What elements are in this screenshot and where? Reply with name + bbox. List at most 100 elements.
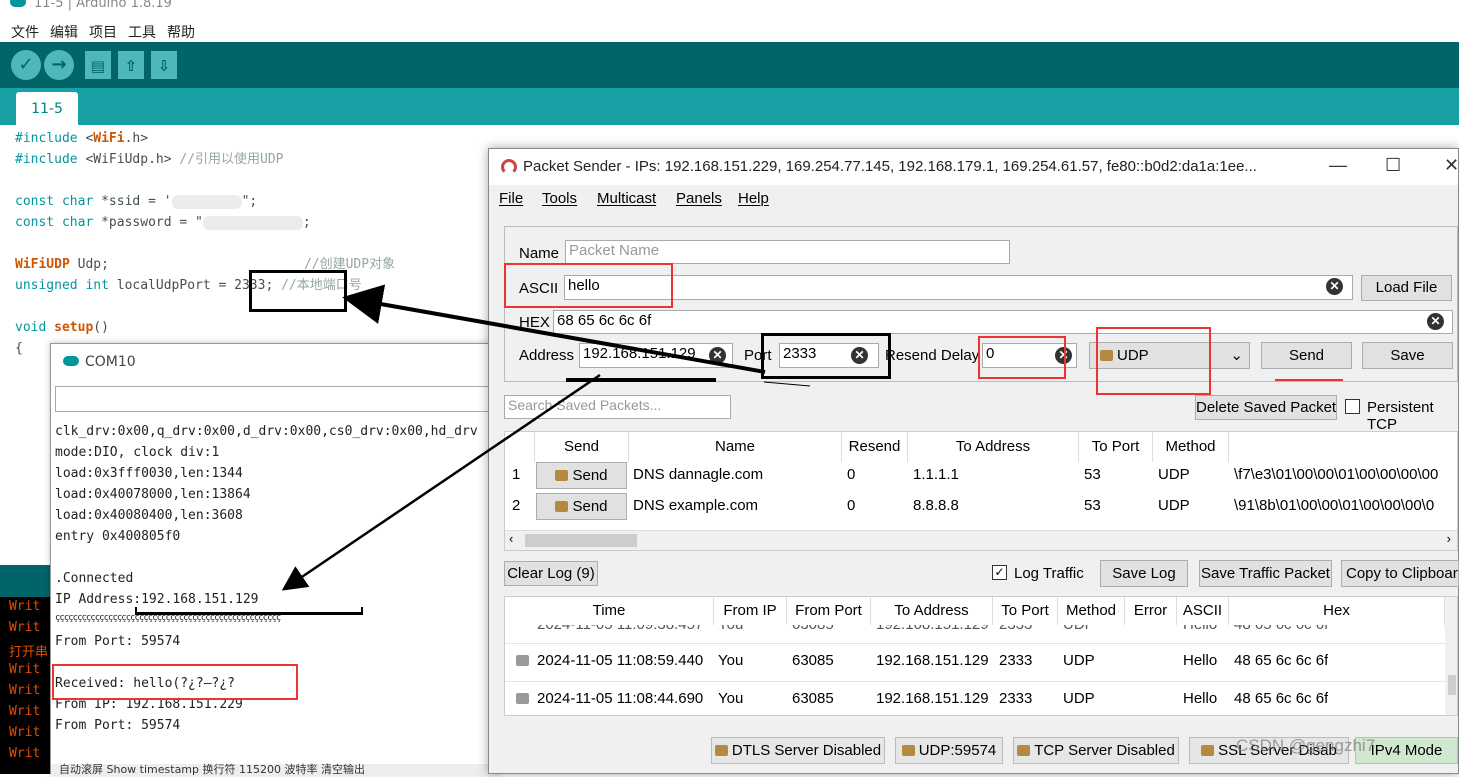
load-file-button[interactable]: Load File: [1361, 275, 1452, 301]
save-log-button[interactable]: Save Log: [1100, 560, 1188, 587]
horizontal-scrollbar[interactable]: ‹ ›: [505, 530, 1457, 550]
arduino-tab-bar: [0, 88, 1459, 125]
log-method: UDP: [1063, 652, 1095, 669]
annotation-send-underline: [1275, 379, 1343, 381]
address-label: Address: [519, 347, 575, 364]
row-data: \f7\e3\01\00\00\01\00\00\00\00: [1234, 466, 1439, 483]
serial-line: load:0x40080400,len:3608: [55, 508, 243, 523]
annotation-port-box: [249, 270, 347, 312]
new-sketch-button[interactable]: ▤: [85, 51, 111, 79]
ascii-input[interactable]: hello: [564, 275, 1353, 300]
row-address: 1.1.1.1: [913, 466, 959, 483]
row-address: 8.8.8.8: [913, 497, 959, 514]
server-icon: [1017, 745, 1031, 756]
table-header[interactable]: Method: [1058, 597, 1125, 625]
menu-panels[interactable]: Panels: [676, 190, 722, 207]
serial-options-text: 自动滚屏 Show timestamp 换行符 115200 波特率 清空输出: [59, 763, 365, 776]
console-line: Writ: [9, 620, 41, 635]
open-sketch-button[interactable]: ⇧: [118, 51, 144, 79]
delete-saved-button[interactable]: Delete Saved Packet: [1195, 395, 1337, 420]
table-header[interactable]: From IP: [714, 597, 787, 625]
clear-address-icon[interactable]: ✕: [709, 347, 726, 364]
save-sketch-button[interactable]: ⇩: [151, 51, 177, 79]
vertical-scrollbar[interactable]: [1445, 597, 1457, 715]
table-header[interactable]: Send: [535, 432, 629, 462]
menu-help[interactable]: 帮助: [167, 22, 195, 42]
code-line: const char *password = ";: [15, 215, 311, 230]
log-fromport: 63085: [792, 652, 834, 669]
table-header[interactable]: Name: [629, 432, 842, 462]
watermark: CSDN @gengzhi7: [1236, 736, 1376, 755]
row-resend: 0: [847, 497, 856, 514]
chevron-right-icon[interactable]: ›: [1447, 531, 1451, 546]
menu-project[interactable]: 项目: [89, 22, 117, 42]
search-saved-input[interactable]: Search Saved Packets...: [504, 395, 731, 419]
table-header[interactable]: To Address: [908, 432, 1079, 462]
table-header[interactable]: [1229, 432, 1457, 462]
table-header[interactable]: Hex: [1229, 597, 1445, 625]
clear-ascii-icon[interactable]: ✕: [1326, 278, 1343, 295]
packet-sender-menu-bar: File Tools Multicast Panels Help: [489, 185, 1458, 213]
close-icon[interactable]: ✕: [1444, 155, 1459, 176]
persistent-tcp-checkbox[interactable]: [1345, 399, 1360, 414]
console-line: Writ: [9, 662, 41, 677]
row-method: UDP: [1158, 466, 1190, 483]
tab-11-5[interactable]: 11-5: [16, 92, 78, 125]
udp-status-button[interactable]: UDP:59574: [895, 737, 1003, 764]
persistent-tcp-label: Persistent TCP: [1367, 399, 1434, 433]
row-port: 53: [1084, 466, 1101, 483]
menu-file[interactable]: 文件: [11, 22, 39, 42]
table-header[interactable]: To Address: [871, 597, 993, 625]
packet-name-input[interactable]: Packet Name: [565, 240, 1010, 264]
arrow-right-icon: →: [51, 54, 67, 75]
saved-packets-table: Send Name Resend To Address To Port Meth…: [504, 431, 1458, 551]
chevron-left-icon[interactable]: ‹: [509, 531, 513, 546]
table-header[interactable]: Time: [505, 597, 714, 625]
scrollbar-thumb[interactable]: [1448, 675, 1456, 695]
menu-multicast[interactable]: Multicast: [597, 190, 656, 207]
menu-tools[interactable]: Tools: [542, 190, 577, 207]
redacted-ssid: [171, 194, 242, 209]
clear-log-button[interactable]: Clear Log (9): [504, 561, 598, 586]
send-icon: [555, 470, 569, 481]
row-send-button[interactable]: Send: [536, 493, 627, 520]
row-name: DNS example.com: [633, 497, 759, 514]
menu-edit[interactable]: 编辑: [50, 22, 78, 42]
log-ascii: Hello: [1183, 690, 1218, 707]
dtls-status-button[interactable]: DTLS Server Disabled: [711, 737, 885, 764]
row-send-button[interactable]: Send: [536, 462, 627, 489]
packet-sender-window: Packet Sender - IPs: 192.168.151.229, 16…: [488, 148, 1459, 774]
table-header[interactable]: Error: [1125, 597, 1177, 625]
row-port: 53: [1084, 497, 1101, 514]
table-header[interactable]: To Port: [993, 597, 1058, 625]
send-button[interactable]: Send: [1261, 342, 1352, 369]
verify-button[interactable]: ✓: [11, 50, 41, 80]
serial-line: .Connected: [55, 571, 134, 586]
row-data: \91\8b\01\00\00\01\00\00\00\0: [1234, 497, 1435, 514]
table-header[interactable]: Method: [1153, 432, 1229, 462]
table-header[interactable]: To Port: [1079, 432, 1153, 462]
code-line: #include <WiFiUdp.h> //引用以使用UDP: [15, 152, 284, 167]
log-traffic-checkbox[interactable]: ✓: [992, 565, 1007, 580]
serial-send-input[interactable]: [55, 386, 495, 412]
row-number: 2: [512, 497, 521, 514]
maximize-icon[interactable]: ☐: [1385, 155, 1401, 176]
copy-to-clipboard-button[interactable]: Copy to Clipboard: [1341, 560, 1459, 587]
menu-tools[interactable]: 工具: [128, 22, 156, 42]
menu-file[interactable]: File: [499, 190, 523, 207]
annotation-ip-underline: [135, 607, 363, 615]
log-time: 2024-11-05 11:08:59.440: [537, 652, 704, 669]
minimize-icon[interactable]: —: [1329, 155, 1347, 176]
save-traffic-packet-button[interactable]: Save Traffic Packet: [1199, 560, 1332, 587]
table-header[interactable]: ASCII: [1177, 597, 1229, 625]
tcp-status-button[interactable]: TCP Server Disabled: [1013, 737, 1179, 764]
traffic-log-table: 2024-11-05 11:09:38.457 You 63085 192.16…: [504, 596, 1458, 716]
clear-hex-icon[interactable]: ✕: [1427, 313, 1444, 330]
save-button[interactable]: Save: [1362, 342, 1453, 369]
upload-button[interactable]: →: [44, 50, 74, 80]
menu-help[interactable]: Help: [738, 190, 769, 207]
scrollbar-thumb[interactable]: [525, 534, 637, 547]
table-header[interactable]: From Port: [787, 597, 871, 625]
table-header[interactable]: Resend: [842, 432, 908, 462]
hex-input[interactable]: 68 65 6c 6c 6f: [553, 310, 1453, 334]
